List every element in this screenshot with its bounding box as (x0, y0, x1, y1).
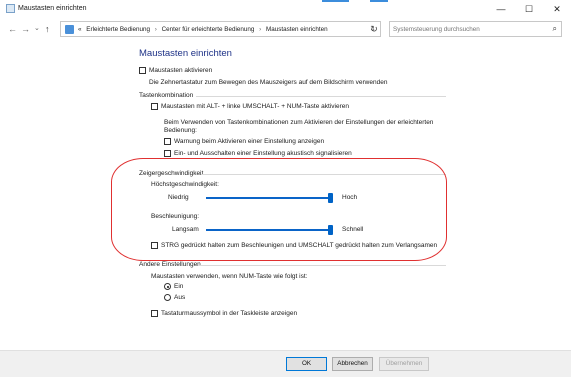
breadcrumb-item[interactable]: Erleichterte Bedienung (86, 26, 150, 33)
alt-shift-numlock-label[interactable]: Maustasten mit ALT- + linke UMSCHALT- + … (161, 103, 349, 110)
shortcut-description: Beim Verwenden von Tastenkombinationen z… (164, 119, 434, 126)
search-icon[interactable]: ⌕ (553, 24, 557, 34)
enable-mousekeys-label[interactable]: Maustasten aktivieren (149, 67, 212, 74)
tray-icon-label[interactable]: Tastaturmaussymbol in der Taskleiste anz… (161, 310, 297, 317)
breadcrumb-separator-icon[interactable]: › (259, 26, 261, 33)
maximize-button[interactable]: ☐ (515, 0, 543, 18)
window-accent (370, 0, 388, 2)
group-divider (196, 96, 446, 97)
tray-icon-checkbox[interactable] (151, 310, 158, 317)
breadcrumb: « Erleichterte Bedienung › Center für er… (78, 26, 328, 33)
enable-mousekeys-checkbox[interactable] (139, 67, 146, 74)
group-divider (199, 265, 446, 266)
refresh-icon[interactable]: ↻ (367, 21, 381, 37)
enable-mousekeys-description: Die Zehnertastatur zum Bewegen des Mausz… (149, 79, 388, 86)
page-title: Maustasten einrichten (139, 48, 232, 59)
annotation-highlight (111, 158, 447, 261)
warning-checkbox[interactable] (164, 138, 171, 145)
up-arrow-icon[interactable]: ↑ (45, 23, 50, 35)
recent-locations-icon[interactable]: ⌄ (34, 23, 40, 35)
sound-label[interactable]: Ein- und Ausschalten einer Einstellung a… (174, 150, 352, 157)
sound-checkbox[interactable] (164, 150, 171, 157)
address-bar[interactable]: « Erleichterte Bedienung › Center für er… (60, 21, 381, 37)
window-accent (322, 0, 349, 2)
numlock-off-label[interactable]: Aus (174, 294, 185, 301)
numlock-on-radio[interactable] (164, 283, 171, 290)
navigation-bar: ← → ⌄ ↑ « Erleichterte Bedienung › Cente… (0, 18, 571, 40)
alt-shift-numlock-checkbox[interactable] (151, 103, 158, 110)
dialog-footer: OK Abbrechen Übernehmen (0, 350, 571, 377)
forward-arrow-icon[interactable]: → (21, 23, 30, 35)
shortcut-group-heading: Tastenkombination (139, 92, 194, 99)
control-panel-icon (65, 25, 74, 34)
minimize-button[interactable]: — (487, 0, 515, 18)
apply-button[interactable]: Übernehmen (379, 357, 429, 371)
breadcrumb-overflow-icon[interactable]: « (78, 26, 82, 33)
title-bar: Maustasten einrichten — ☐ ✕ (0, 0, 571, 18)
breadcrumb-separator-icon[interactable]: › (155, 26, 157, 33)
numlock-off-radio[interactable] (164, 294, 171, 301)
close-button[interactable]: ✕ (543, 0, 571, 18)
cancel-button[interactable]: Abbrechen (332, 357, 373, 371)
search-input[interactable] (393, 24, 543, 34)
shortcut-description: Bedienung: (164, 127, 197, 134)
back-arrow-icon[interactable]: ← (8, 23, 17, 35)
window-title: Maustasten einrichten (18, 5, 87, 12)
search-box: ⌕ (389, 21, 562, 37)
numlock-description: Maustasten verwenden, wenn NUM-Taste wie… (151, 273, 308, 280)
control-panel-icon (6, 4, 15, 13)
ok-button[interactable]: OK (286, 357, 327, 371)
other-settings-group-heading: Andere Einstellungen (139, 261, 201, 268)
numlock-on-label[interactable]: Ein (174, 283, 183, 290)
breadcrumb-item[interactable]: Maustasten einrichten (266, 26, 328, 33)
warning-label[interactable]: Warnung beim Aktivieren einer Einstellun… (174, 138, 324, 145)
breadcrumb-item[interactable]: Center für erleichterte Bedienung (162, 26, 255, 33)
